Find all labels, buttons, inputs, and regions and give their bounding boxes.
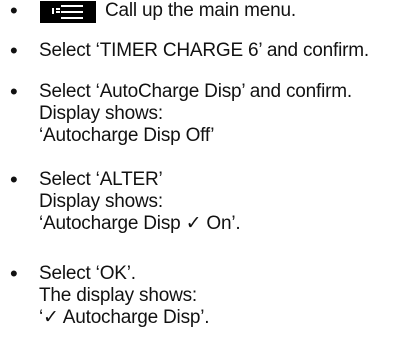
step-line: Display shows: [39, 103, 163, 124]
step-line: Call up the main menu. [105, 0, 296, 21]
step-text: Call up the main menu. [105, 0, 296, 22]
step-line: Select ‘AutoCharge Disp’ and confirm. [39, 81, 352, 102]
step-text: Select ‘OK’. The display shows: ‘✓ Autoc… [39, 263, 210, 329]
step-line: The display shows: [39, 285, 197, 306]
step-line: ‘Autocharge Disp ✓ On’. [39, 213, 241, 234]
bullet: • [10, 79, 18, 104]
step-line: Select ‘ALTER’ [39, 169, 163, 190]
step-line: Display shows: [39, 191, 163, 212]
menu-icon-line-2 [61, 11, 83, 13]
bullet: • [10, 0, 18, 23]
step-line: Select ‘OK’. [39, 263, 136, 284]
bullet: • [10, 261, 18, 286]
menu-icon-line-1 [61, 5, 83, 7]
bullet: • [10, 167, 18, 192]
bullet: • [10, 38, 18, 63]
menu-icon-line-3 [61, 17, 83, 19]
menu-icon-accent [52, 8, 54, 14]
step-text: Select ‘AutoCharge Disp’ and confirm. Di… [39, 81, 352, 147]
step-line: ‘Autocharge Disp Off’ [39, 125, 215, 146]
step-line: ‘✓ Autocharge Disp’. [39, 307, 210, 328]
menu-icon-mark-1 [56, 8, 60, 10]
step-text: Select ‘ALTER’ Display shows: ‘Autocharg… [39, 169, 241, 235]
step-text: Select ‘TIMER CHARGE 6’ and confirm. [39, 40, 369, 62]
menu-icon-mark-2 [56, 11, 60, 13]
step-line: Select ‘TIMER CHARGE 6’ and confirm. [39, 40, 369, 61]
main-menu-icon [40, 1, 96, 23]
